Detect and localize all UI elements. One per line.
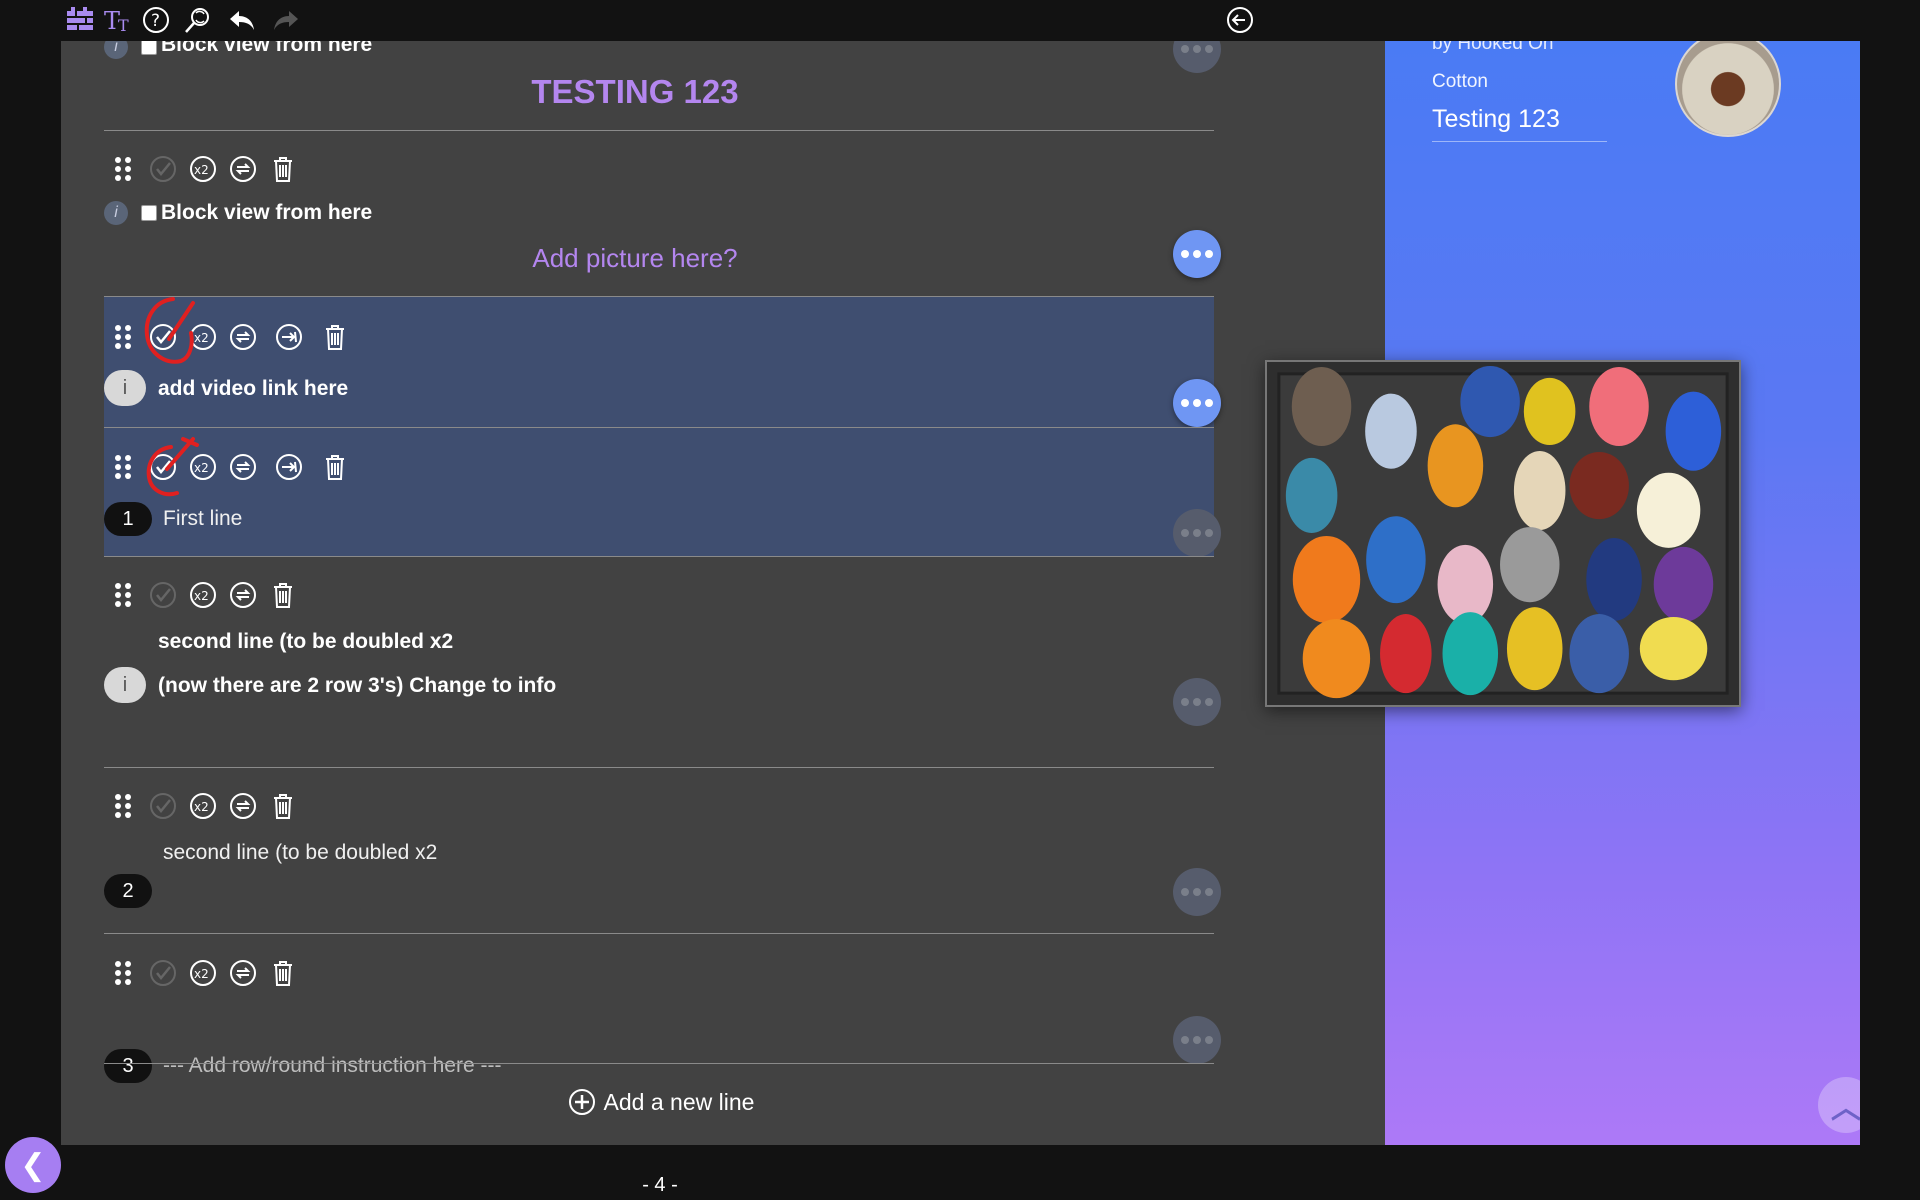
plus-circle-icon (568, 1089, 595, 1115)
double-x2-icon[interactable]: x2 (189, 155, 217, 183)
row-toolbar: x2 (109, 453, 349, 481)
info-icon[interactable]: i (104, 41, 128, 59)
row-text[interactable]: second line (to be doubled x2 (158, 630, 453, 654)
svg-text:x2: x2 (194, 589, 209, 603)
help-icon[interactable]: ? (140, 4, 172, 36)
divider (104, 556, 1214, 557)
svg-text:x2: x2 (194, 461, 209, 475)
add-new-line-button[interactable]: Add a new line (61, 1088, 1261, 1116)
double-x2-icon[interactable]: x2 (189, 959, 217, 987)
trash-icon[interactable] (269, 581, 297, 609)
row-toolbar: x2 (109, 581, 297, 609)
svg-text:x2: x2 (194, 800, 209, 814)
repeat-icon[interactable] (229, 453, 257, 481)
row-text[interactable]: second line (to be doubled x2 (163, 841, 437, 865)
search-replace-icon[interactable] (182, 4, 214, 36)
yarn-type: Cotton (1432, 71, 1488, 92)
repeat-icon[interactable] (229, 581, 257, 609)
redo-icon[interactable] (270, 4, 302, 36)
double-x2-icon[interactable]: x2 (189, 792, 217, 820)
row-menu-button[interactable] (1173, 868, 1221, 916)
row-instruction-placeholder[interactable]: --- Add row/round instruction here --- (163, 1054, 501, 1078)
row-text[interactable]: (now there are 2 row 3's) Change to info (158, 674, 556, 698)
author-line: by Hooked On (1432, 41, 1554, 54)
section-heading: TESTING 123 (531, 73, 739, 110)
svg-text:x2: x2 (194, 163, 209, 177)
divider (104, 933, 1214, 934)
block-view-label: Block view from here (161, 41, 373, 56)
check-icon[interactable] (149, 323, 177, 351)
drag-handle-icon[interactable] (109, 155, 137, 183)
row-menu-button[interactable] (1173, 509, 1221, 557)
check-icon[interactable] (149, 792, 177, 820)
block-view-label: Block view from here (161, 201, 373, 224)
svg-text:T: T (118, 16, 129, 35)
add-new-line-label: Add a new line (603, 1088, 755, 1115)
repeat-icon[interactable] (229, 792, 257, 820)
row-number-badge: 3 (104, 1049, 152, 1083)
check-icon[interactable] (149, 453, 177, 481)
highlighted-row (104, 297, 1214, 427)
trash-icon[interactable] (321, 323, 349, 351)
double-x2-icon[interactable]: x2 (189, 453, 217, 481)
pattern-avatar[interactable] (1675, 41, 1781, 137)
block-view-checkbox[interactable] (141, 205, 157, 221)
row-menu-button[interactable] (1173, 1016, 1221, 1064)
double-x2-icon[interactable]: x2 (189, 323, 217, 351)
trash-icon[interactable] (269, 959, 297, 987)
check-icon[interactable] (149, 155, 177, 183)
exit-icon[interactable] (1224, 4, 1256, 36)
check-icon[interactable] (149, 959, 177, 987)
info-icon[interactable]: i (104, 370, 146, 406)
divider (104, 767, 1214, 768)
divider (104, 130, 1214, 131)
row-toolbar: x2 (109, 323, 349, 351)
svg-text:x2: x2 (194, 967, 209, 981)
row-toolbar: x2 (109, 959, 297, 987)
skip-icon[interactable] (275, 453, 303, 481)
title-underline (1432, 141, 1607, 142)
drag-handle-icon[interactable] (109, 323, 137, 351)
svg-text:x2: x2 (194, 331, 209, 345)
text-size-icon[interactable]: TT (102, 4, 134, 36)
drag-handle-icon[interactable] (109, 792, 137, 820)
highlighted-row (104, 428, 1214, 556)
repeat-icon[interactable] (229, 323, 257, 351)
pattern-editor: i Block view from here TESTING 123 x2 i … (61, 41, 1385, 1145)
row-menu-button[interactable] (1173, 379, 1221, 427)
row-number-badge: 1 (104, 502, 152, 536)
info-icon[interactable]: i (104, 201, 128, 225)
double-x2-icon[interactable]: x2 (189, 581, 217, 609)
info-icon[interactable]: i (104, 667, 146, 703)
trash-icon[interactable] (321, 453, 349, 481)
drag-handle-icon[interactable] (109, 959, 137, 987)
pattern-photo[interactable] (1265, 360, 1741, 707)
check-icon[interactable] (149, 581, 177, 609)
repeat-icon[interactable] (229, 959, 257, 987)
undo-icon[interactable] (226, 4, 258, 36)
top-toolbar: TT ? (0, 0, 1920, 40)
row-number-badge: 2 (104, 874, 152, 908)
row-toolbar: x2 (109, 792, 297, 820)
trash-icon[interactable] (269, 155, 297, 183)
svg-text:?: ? (151, 11, 160, 31)
pattern-icon[interactable] (64, 4, 96, 36)
row-text[interactable]: add video link here (158, 377, 348, 401)
row-text[interactable]: First line (163, 507, 242, 531)
skip-icon[interactable] (275, 323, 303, 351)
row-menu-button[interactable] (1173, 678, 1221, 726)
back-button[interactable]: ❮ (5, 1137, 61, 1193)
divider (104, 1063, 1214, 1064)
row-menu-button[interactable] (1173, 41, 1221, 73)
block-view-checkbox[interactable] (141, 41, 157, 55)
page-number: - 4 - (642, 1174, 678, 1196)
row-toolbar: x2 (109, 155, 297, 183)
scroll-to-top-button[interactable]: ︿ (1818, 1077, 1860, 1133)
trash-icon[interactable] (269, 792, 297, 820)
repeat-icon[interactable] (229, 155, 257, 183)
pattern-title: Testing 123 (1432, 105, 1560, 133)
drag-handle-icon[interactable] (109, 581, 137, 609)
add-picture-link[interactable]: Add picture here? (61, 243, 1209, 274)
drag-handle-icon[interactable] (109, 453, 137, 481)
